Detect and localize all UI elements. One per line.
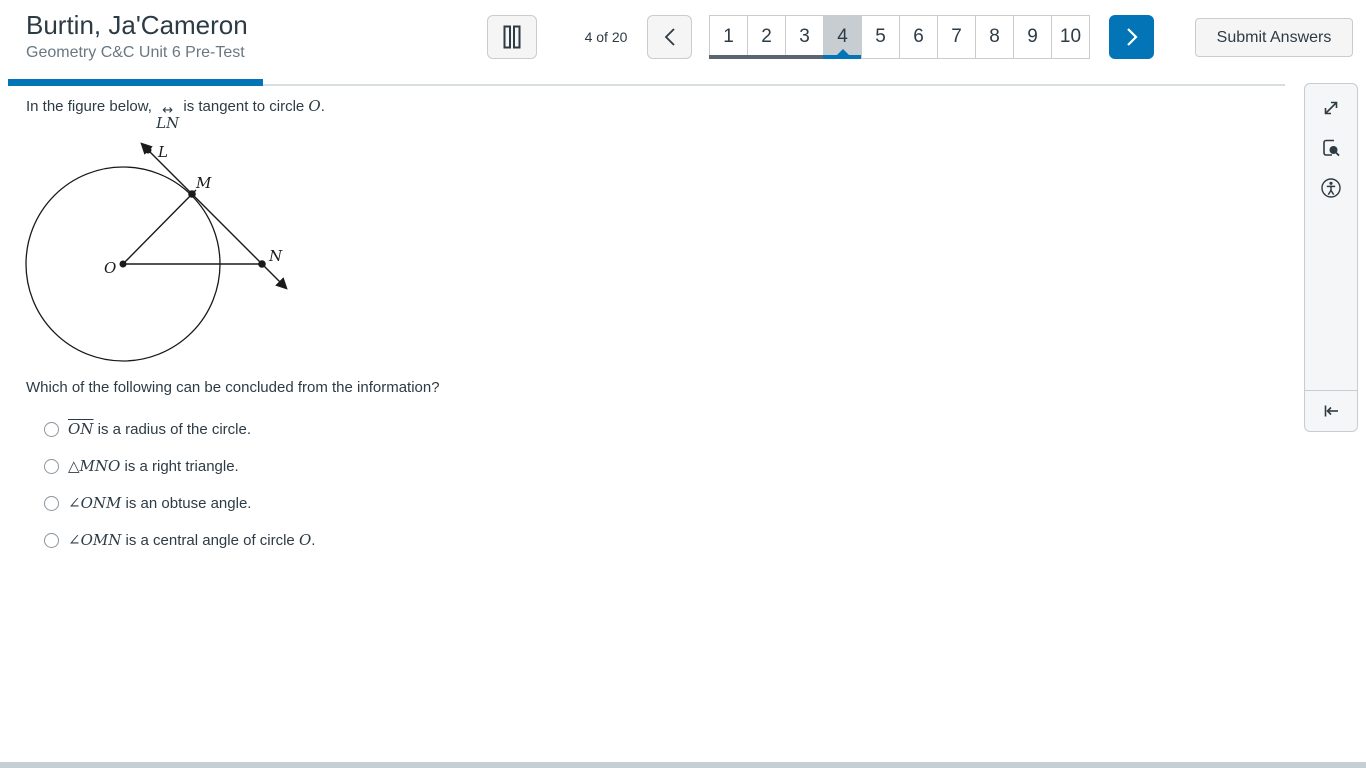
math-text: △MNO xyxy=(68,457,120,475)
question-nav-button-1[interactable]: 1 xyxy=(709,15,748,59)
pause-button[interactable] xyxy=(487,15,537,59)
radio-button[interactable] xyxy=(44,459,59,474)
question-nav-button-6[interactable]: 6 xyxy=(899,15,938,59)
pause-icon xyxy=(502,25,522,49)
text-fragment: . xyxy=(321,98,325,115)
review-zoom-button[interactable] xyxy=(1305,128,1357,168)
tangent-circle-diagram: L M N O xyxy=(0,130,310,375)
collapse-left-icon xyxy=(1320,400,1342,422)
answer-option-1[interactable]: ON is a radius of the circle. xyxy=(44,418,315,440)
radio-button[interactable] xyxy=(44,533,59,548)
question-number-nav: 12345678910 xyxy=(709,15,1090,59)
point-label-M: M xyxy=(195,174,212,192)
review-zoom-icon xyxy=(1320,137,1342,159)
expand-button[interactable] xyxy=(1305,88,1357,128)
question-progress-label: 4 of 20 xyxy=(570,15,642,59)
answer-option-2[interactable]: △MNO is a right triangle. xyxy=(44,455,315,477)
question-nav-button-4[interactable]: 4 xyxy=(823,15,862,59)
answer-options: ON is a radius of the circle. △MNO is a r… xyxy=(44,418,315,551)
progress-bar xyxy=(8,79,1285,86)
student-name: Burtin, Ja'Cameron xyxy=(26,10,248,40)
text-fragment: is a radius of the circle. xyxy=(93,421,251,438)
title-block: Burtin, Ja'Cameron Geometry C&C Unit 6 P… xyxy=(26,10,248,64)
text-fragment: is a central angle of circle xyxy=(121,532,299,549)
math-text: LN xyxy=(156,115,179,131)
tools-sidebar xyxy=(1304,83,1358,432)
header: Burtin, Ja'Cameron Geometry C&C Unit 6 P… xyxy=(0,0,1366,78)
answer-option-3[interactable]: ∠ONM is an obtuse angle. xyxy=(44,492,315,514)
accessibility-button[interactable] xyxy=(1305,168,1357,208)
option-label: ∠ONM is an obtuse angle. xyxy=(68,494,251,512)
math-text: O xyxy=(308,97,320,115)
question-prompt: In the figure below, ↔LN is tangent to c… xyxy=(26,97,786,131)
option-label: ∠OMN is a central angle of circle O. xyxy=(68,531,315,549)
text-fragment: is an obtuse angle. xyxy=(121,495,251,512)
bottom-bar xyxy=(0,762,1366,768)
submit-answers-button[interactable]: Submit Answers xyxy=(1195,18,1353,57)
chevron-right-icon xyxy=(1126,27,1138,47)
next-question-button[interactable] xyxy=(1109,15,1154,59)
math-text: O xyxy=(299,531,311,549)
math-text: ∠ONM xyxy=(68,494,121,512)
question-nav-button-3[interactable]: 3 xyxy=(785,15,824,59)
question-nav-button-2[interactable]: 2 xyxy=(747,15,786,59)
question-nav-button-8[interactable]: 8 xyxy=(975,15,1014,59)
point-label-L: L xyxy=(157,143,168,161)
point-label-O: O xyxy=(104,259,116,277)
text-fragment: is a right triangle. xyxy=(120,458,238,475)
geometry-figure: L M N O xyxy=(0,130,310,375)
collapse-sidebar-button[interactable] xyxy=(1305,391,1357,431)
radio-button[interactable] xyxy=(44,496,59,511)
option-label: ON is a radius of the circle. xyxy=(68,420,251,438)
sidebar-spacer xyxy=(1305,208,1357,390)
math-text: ∠OMN xyxy=(68,531,121,549)
question-subprompt: Which of the following can be concluded … xyxy=(26,379,440,396)
text-fragment: is tangent to circle xyxy=(179,98,308,115)
expand-icon xyxy=(1320,97,1342,119)
text-fragment: In the figure below, xyxy=(26,98,156,115)
chevron-left-icon xyxy=(664,27,676,47)
progress-fill xyxy=(8,79,263,86)
radio-button[interactable] xyxy=(44,422,59,437)
point-label-N: N xyxy=(268,247,283,265)
question-nav-button-10[interactable]: 10 xyxy=(1051,15,1090,59)
text-fragment: . xyxy=(311,532,315,549)
test-title: Geometry C&C Unit 6 Pre-Test xyxy=(26,42,248,64)
question-nav-button-9[interactable]: 9 xyxy=(1013,15,1052,59)
accessibility-icon xyxy=(1320,177,1342,199)
math-line-notation: ↔LN xyxy=(156,106,179,131)
math-text: ON xyxy=(68,420,93,438)
answer-option-4[interactable]: ∠OMN is a central angle of circle O. xyxy=(44,529,315,551)
option-label: △MNO is a right triangle. xyxy=(68,457,239,475)
question-nav-button-7[interactable]: 7 xyxy=(937,15,976,59)
question-nav-button-5[interactable]: 5 xyxy=(861,15,900,59)
previous-question-button[interactable] xyxy=(647,15,692,59)
